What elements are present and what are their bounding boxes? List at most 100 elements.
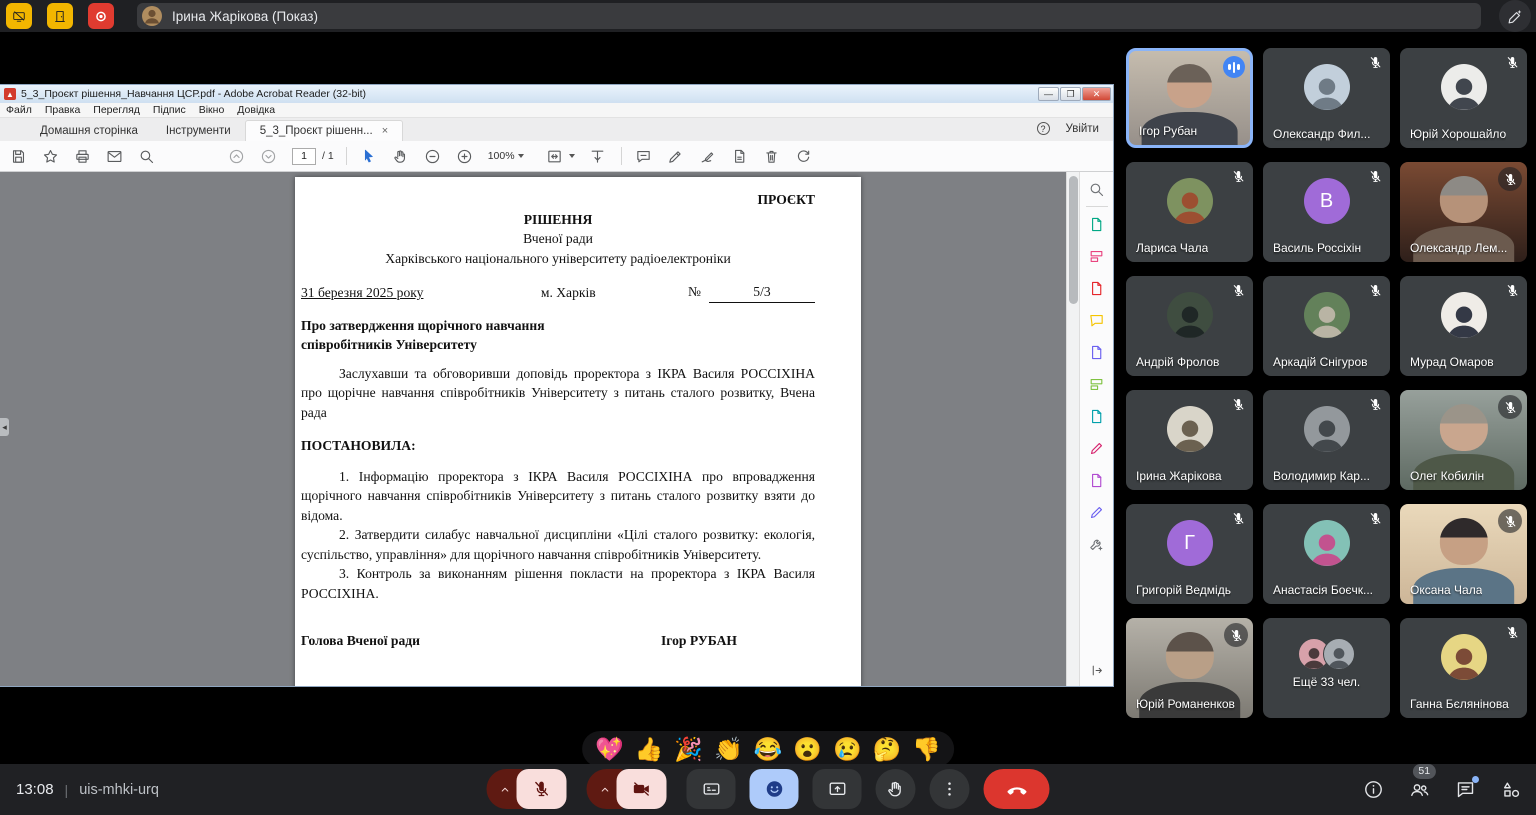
- menu-item-view[interactable]: Перегляд: [93, 104, 140, 116]
- scrollbar-thumb[interactable]: [1069, 176, 1078, 304]
- page-number-input[interactable]: 1: [292, 148, 316, 165]
- hand-tool-button[interactable]: [392, 148, 409, 165]
- restore-button[interactable]: ❐: [1060, 87, 1081, 101]
- export-pdf-tool[interactable]: [1088, 216, 1105, 233]
- annotate-button[interactable]: [1499, 0, 1531, 32]
- close-button[interactable]: ✕: [1082, 87, 1111, 101]
- participant-tile[interactable]: Мурад Омаров: [1400, 276, 1527, 376]
- tab-tools[interactable]: Інструменти: [152, 121, 245, 141]
- nav-panel-collapse-arrow[interactable]: ◂: [0, 418, 9, 436]
- page-count-label[interactable]: / 1: [322, 150, 334, 162]
- tab-home[interactable]: Домашня сторінка: [26, 121, 152, 141]
- captions-button[interactable]: [687, 769, 736, 809]
- present-button[interactable]: [813, 769, 862, 809]
- participant-tile[interactable]: Юрій Хорошайло: [1400, 48, 1527, 148]
- tab-close-icon[interactable]: ×: [382, 125, 388, 137]
- delete-pages-button[interactable]: [763, 148, 780, 165]
- reaction-emoji: 💖: [595, 735, 624, 763]
- raise-hand-button[interactable]: [876, 769, 916, 809]
- participant-tile[interactable]: Олег Кобилін: [1400, 390, 1527, 490]
- zoom-out-button[interactable]: [424, 148, 441, 165]
- participant-tile[interactable]: Лариса Чала: [1126, 162, 1253, 262]
- request-signatures-tool[interactable]: [1088, 472, 1105, 489]
- leave-call-button[interactable]: [984, 769, 1050, 809]
- participants-button[interactable]: 51: [1409, 779, 1430, 800]
- more-options-button[interactable]: [930, 769, 970, 809]
- activities-button[interactable]: [1501, 779, 1522, 800]
- participant-tile[interactable]: ГГригорій Ведмідь: [1126, 504, 1253, 604]
- help-icon[interactable]: ?: [1037, 122, 1050, 135]
- menu-item-edit[interactable]: Правка: [45, 104, 80, 116]
- scroll-mode-button[interactable]: [589, 148, 606, 165]
- leave-door-button[interactable]: [47, 3, 73, 29]
- letter-avatar: В: [1304, 178, 1350, 224]
- reaction-emoji: 😢: [833, 735, 862, 763]
- participant-tile[interactable]: Ещё 33 чел.: [1263, 618, 1390, 718]
- previous-page-button[interactable]: [228, 148, 245, 165]
- zoom-level-select[interactable]: 100%: [488, 150, 515, 162]
- organize-pages-tool[interactable]: [1088, 376, 1105, 393]
- menu-item-file[interactable]: Файл: [6, 104, 32, 116]
- participant-tile[interactable]: Володимир Кар...: [1263, 390, 1390, 490]
- menu-item-sign[interactable]: Підпис: [153, 104, 186, 116]
- menu-item-window[interactable]: Вікно: [199, 104, 225, 116]
- participant-tile[interactable]: Ірина Жарікова: [1126, 390, 1253, 490]
- fill-sign-button[interactable]: [699, 148, 716, 165]
- stamp-tool-button[interactable]: [731, 148, 748, 165]
- save-button[interactable]: [10, 148, 27, 165]
- camera-toggle-button[interactable]: [617, 769, 667, 809]
- chat-button[interactable]: [1455, 779, 1476, 800]
- vertical-scrollbar[interactable]: [1066, 172, 1079, 686]
- more-tools[interactable]: [1088, 536, 1105, 553]
- caret-down-icon[interactable]: [518, 154, 524, 158]
- menu-item-help[interactable]: Довідка: [237, 104, 275, 116]
- print-button[interactable]: [74, 148, 91, 165]
- next-page-button[interactable]: [260, 148, 277, 165]
- toolbar-divider: [621, 147, 622, 165]
- comment-tool-button[interactable]: [635, 148, 652, 165]
- participant-tile[interactable]: Ігор Рубан: [1126, 48, 1253, 148]
- highlight-tool-button[interactable]: [667, 148, 684, 165]
- mic-off-icon: [1505, 55, 1520, 70]
- presenter-banner[interactable]: Ірина Жарікова (Показ): [137, 3, 1481, 29]
- sign-in-button[interactable]: Увійти: [1066, 123, 1099, 135]
- participant-tile[interactable]: Андрій Фролов: [1126, 276, 1253, 376]
- rotate-pages-button[interactable]: [795, 148, 812, 165]
- record-button[interactable]: [88, 3, 114, 29]
- edit-pdf-tool[interactable]: [1088, 248, 1105, 265]
- presentation-off-button[interactable]: [6, 3, 32, 29]
- tab-document[interactable]: 5_3_Проєкт рішенн... ×: [245, 120, 403, 141]
- meeting-details-button[interactable]: [1363, 779, 1384, 800]
- favorites-button[interactable]: [42, 148, 59, 165]
- comment-tool[interactable]: [1088, 312, 1105, 329]
- zoom-in-button[interactable]: [456, 148, 473, 165]
- window-titlebar[interactable]: ▲ 5_3_Проєкт рішення_Навчання ЦСР.pdf - …: [0, 85, 1113, 103]
- compress-pdf-tool[interactable]: [1088, 408, 1105, 425]
- reactions-button[interactable]: [750, 769, 799, 809]
- search-tool[interactable]: [1088, 181, 1105, 198]
- find-button[interactable]: [138, 148, 155, 165]
- page-fit-button[interactable]: [546, 148, 563, 165]
- participant-tile[interactable]: ВВасиль Россіхін: [1263, 162, 1390, 262]
- participant-tile[interactable]: Олександр Лем...: [1400, 162, 1527, 262]
- mic-toggle-button[interactable]: [517, 769, 567, 809]
- participant-tile[interactable]: Юрій Романенков: [1126, 618, 1253, 718]
- email-button[interactable]: [106, 148, 123, 165]
- combine-files-tool[interactable]: [1088, 344, 1105, 361]
- participant-tile[interactable]: Анастасія Боєчк...: [1263, 504, 1390, 604]
- select-tool-button[interactable]: [360, 148, 377, 165]
- pdf-toolbar: 1 / 1 100%: [0, 141, 1113, 172]
- overflow-avatars: [1263, 638, 1390, 670]
- sign-tool[interactable]: [1088, 504, 1105, 521]
- participant-tile[interactable]: Олександр Фил...: [1263, 48, 1390, 148]
- create-pdf-tool[interactable]: [1088, 280, 1105, 297]
- participant-tile[interactable]: Оксана Чала: [1400, 504, 1527, 604]
- expand-panel-button[interactable]: [1089, 663, 1104, 678]
- participant-tile[interactable]: Ганна Бєлянінова: [1400, 618, 1527, 718]
- reaction-emoji: 😮: [793, 735, 822, 763]
- caret-down-icon[interactable]: [569, 154, 575, 158]
- mic-off-icon: [1498, 509, 1522, 533]
- participant-tile[interactable]: Аркадій Снігуров: [1263, 276, 1390, 376]
- fill-sign-tool[interactable]: [1088, 440, 1105, 457]
- minimize-button[interactable]: —: [1038, 87, 1059, 101]
